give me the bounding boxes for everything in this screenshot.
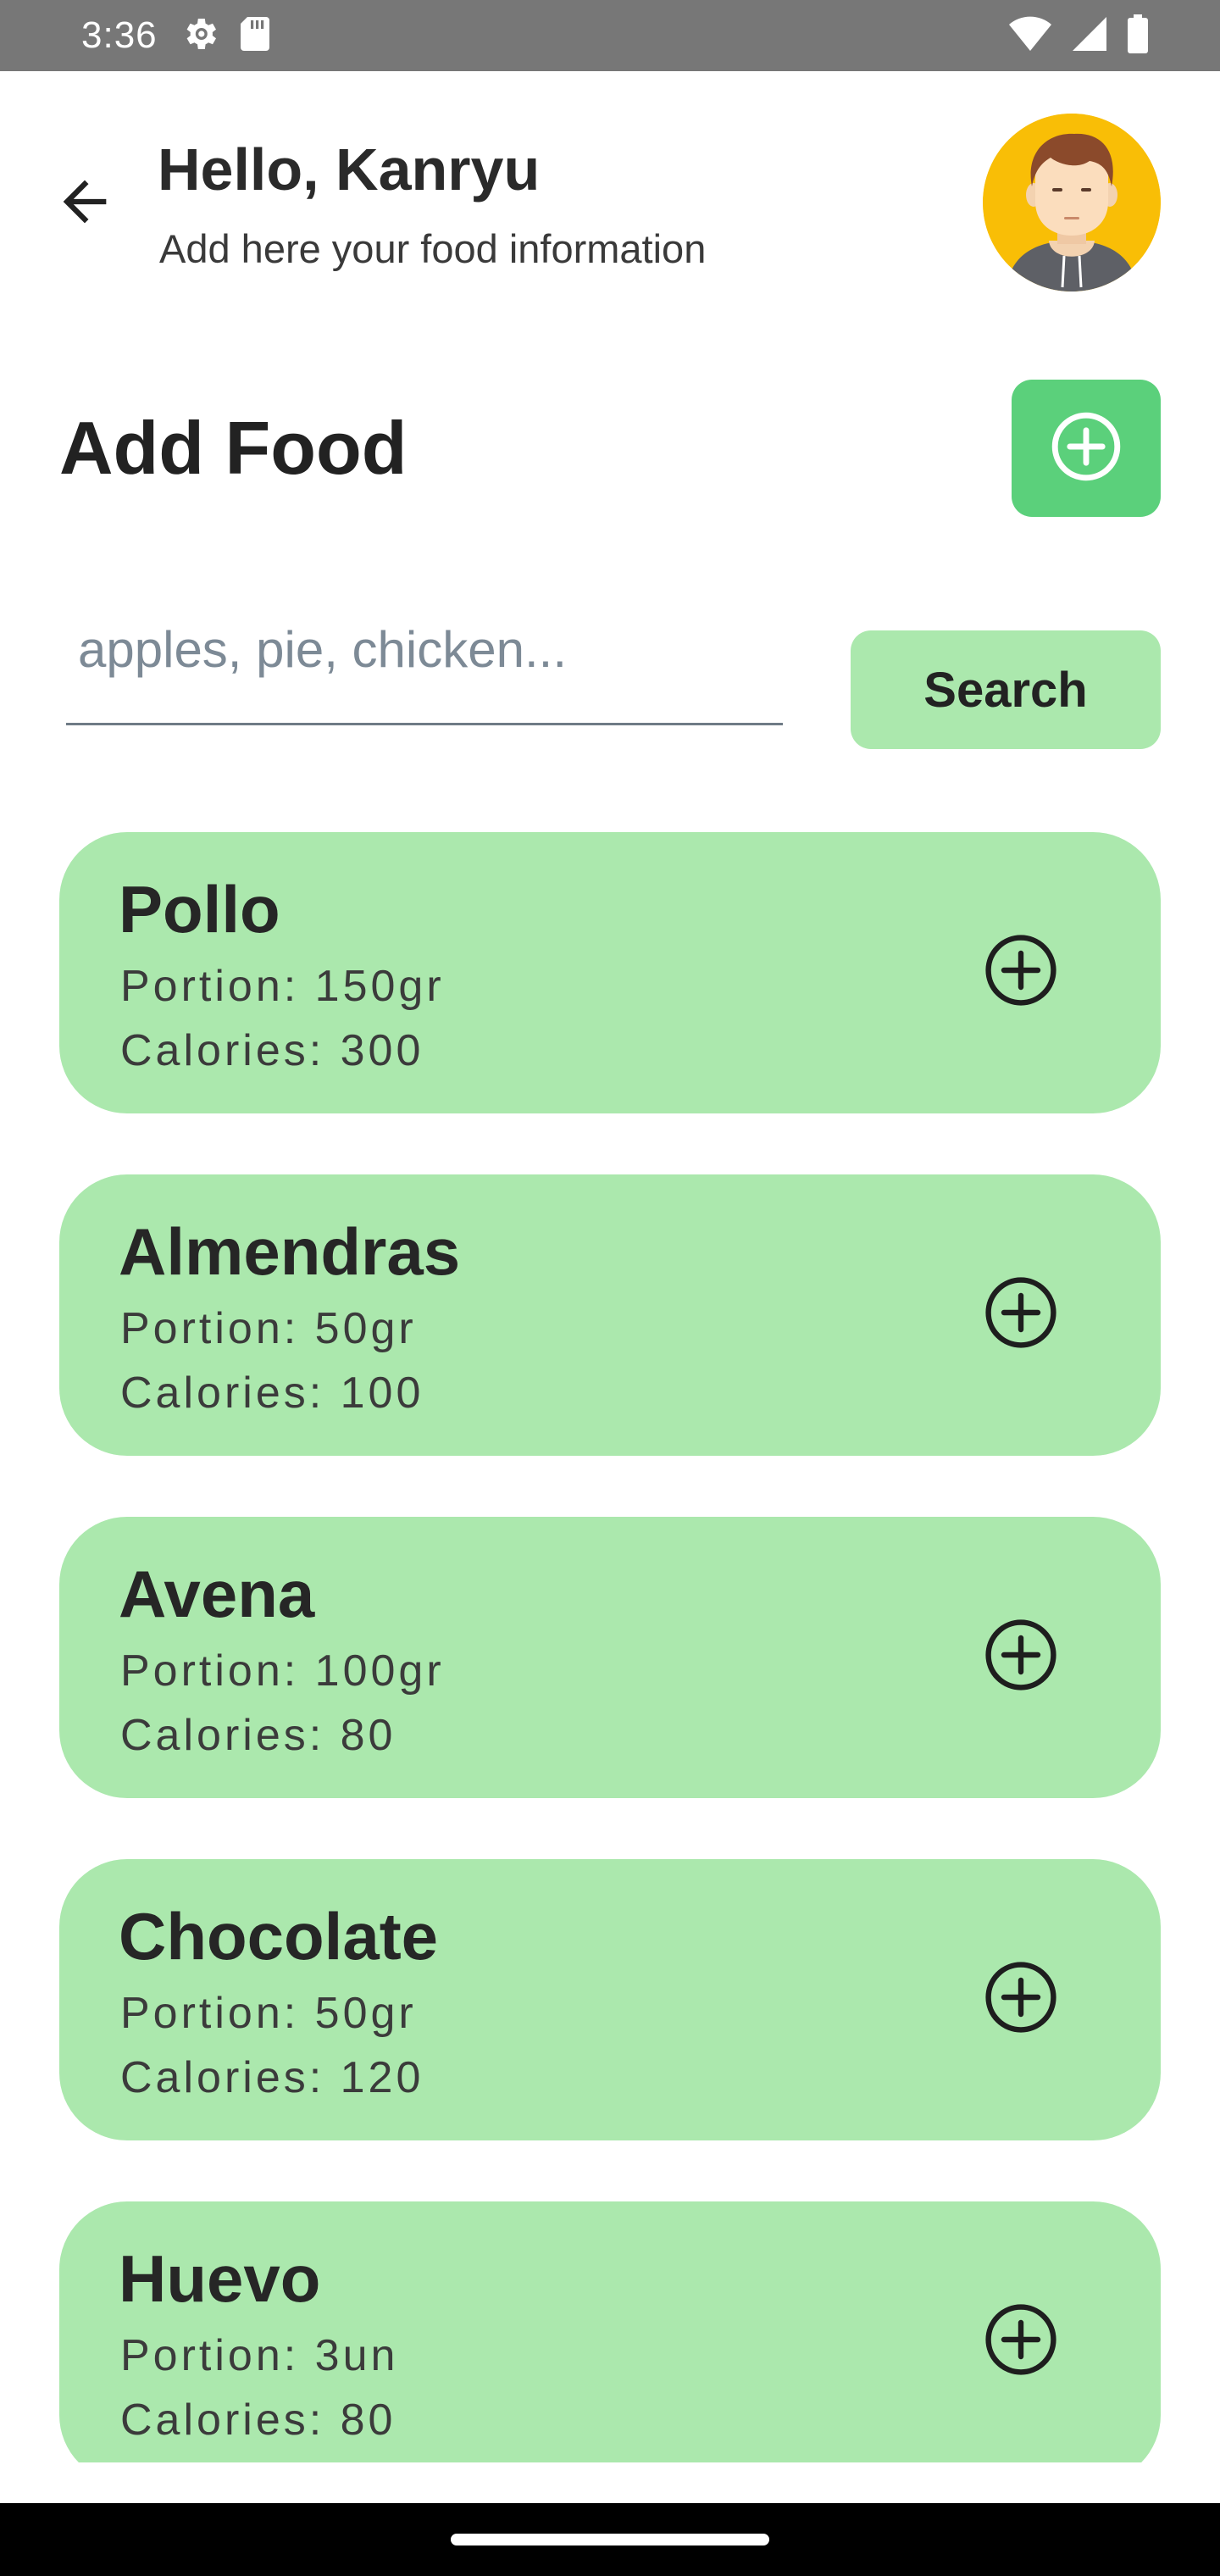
food-calories: Calories: 80 — [120, 1710, 396, 1761]
status-right-icons — [1008, 14, 1149, 58]
arrow-back-icon — [53, 169, 117, 238]
settings-gear-icon — [180, 14, 220, 58]
food-calories: Calories: 120 — [120, 2052, 424, 2103]
add-food-item-button[interactable] — [974, 1952, 1068, 2046]
portion-value: 3un — [314, 2331, 399, 2380]
sd-card-icon — [239, 15, 271, 57]
portion-value: 150gr — [314, 962, 445, 1011]
portion-label: Portion: — [120, 2331, 315, 2380]
food-card: Almendras Portion: 50gr Calories: 100 — [59, 1174, 1161, 1456]
food-name: Huevo — [119, 2241, 321, 2316]
food-calories: Calories: 80 — [120, 2395, 396, 2446]
food-name: Avena — [119, 1557, 315, 1631]
calories-value: 300 — [340, 1026, 424, 1075]
food-portion: Portion: 150gr — [120, 961, 445, 1012]
calories-label: Calories: — [120, 1026, 341, 1075]
portion-label: Portion: — [120, 1304, 315, 1353]
portion-label: Portion: — [120, 1989, 315, 2038]
greeting-title: Hello, Kanryu — [158, 136, 541, 203]
search-button[interactable]: Search — [851, 630, 1161, 749]
plus-circle-icon — [980, 1614, 1062, 1700]
plus-circle-icon — [980, 1957, 1062, 2042]
calories-label: Calories: — [120, 2053, 341, 2102]
add-food-button[interactable] — [1012, 380, 1161, 517]
food-card: Pollo Portion: 150gr Calories: 300 — [59, 832, 1161, 1113]
portion-label: Portion: — [120, 962, 315, 1011]
calories-value: 80 — [340, 2396, 396, 2445]
food-card: Huevo Portion: 3un Calories: 80 — [59, 2201, 1161, 2462]
status-left-icons — [180, 14, 271, 58]
calories-label: Calories: — [120, 1368, 341, 1418]
portion-value: 50gr — [314, 1989, 417, 2038]
search-input[interactable] — [66, 607, 783, 725]
plus-circle-icon — [980, 1272, 1062, 1357]
food-portion: Portion: 3un — [120, 2330, 398, 2381]
calories-label: Calories: — [120, 2396, 341, 2445]
avatar[interactable] — [983, 114, 1161, 291]
food-name: Chocolate — [119, 1899, 439, 1974]
add-food-item-button[interactable] — [974, 925, 1068, 1019]
wifi-icon — [1008, 15, 1052, 57]
header: Hello, Kanryu Add here your food informa… — [0, 71, 1220, 325]
calories-value: 120 — [340, 2053, 424, 2102]
portion-value: 50gr — [314, 1304, 417, 1353]
user-avatar-icon — [983, 114, 1161, 291]
add-food-item-button[interactable] — [974, 1610, 1068, 1703]
add-food-item-button[interactable] — [974, 2295, 1068, 2388]
navigation-bar — [0, 2503, 1220, 2576]
food-calories: Calories: 100 — [120, 1368, 424, 1418]
plus-circle-icon — [980, 930, 1062, 1015]
food-card: Chocolate Portion: 50gr Calories: 120 — [59, 1859, 1161, 2140]
portion-label: Portion: — [120, 1646, 315, 1696]
add-food-item-button[interactable] — [974, 1268, 1068, 1361]
food-portion: Portion: 50gr — [120, 1303, 417, 1354]
calories-value: 80 — [340, 1711, 396, 1760]
home-gesture-handle[interactable] — [451, 2534, 769, 2545]
cellular-signal-icon — [1071, 15, 1108, 57]
status-time: 3:36 — [81, 14, 158, 56]
plus-circle-icon — [980, 2299, 1062, 2384]
food-portion: Portion: 50gr — [120, 1988, 417, 2039]
food-list[interactable]: Pollo Portion: 150gr Calories: 300 Almen… — [59, 832, 1161, 2462]
plus-circle-icon — [1047, 408, 1125, 490]
status-bar: 3:36 — [0, 0, 1220, 71]
battery-icon — [1127, 14, 1149, 58]
food-portion: Portion: 100gr — [120, 1646, 445, 1696]
food-calories: Calories: 300 — [120, 1025, 424, 1076]
back-button[interactable] — [42, 161, 127, 246]
calories-label: Calories: — [120, 1711, 341, 1760]
food-name: Almendras — [119, 1214, 461, 1289]
greeting-subtitle: Add here your food information — [159, 226, 707, 271]
food-name: Pollo — [119, 872, 280, 947]
calories-value: 100 — [340, 1368, 424, 1418]
portion-value: 100gr — [314, 1646, 445, 1696]
food-card: Avena Portion: 100gr Calories: 80 — [59, 1517, 1161, 1798]
add-food-title: Add Food — [59, 406, 408, 490]
